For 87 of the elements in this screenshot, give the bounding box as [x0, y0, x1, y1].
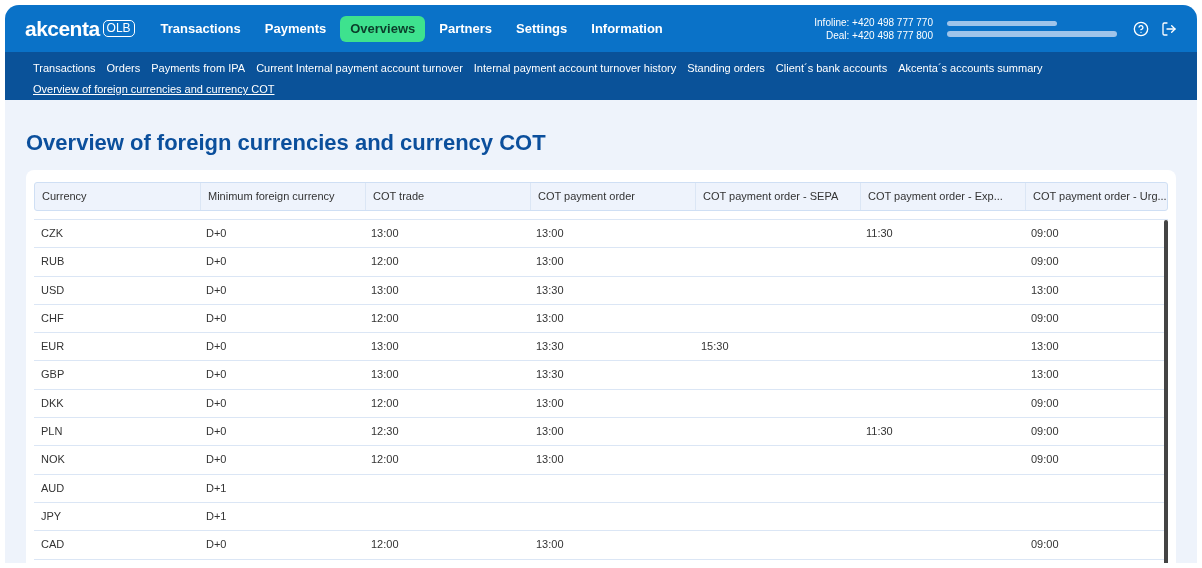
- subnav-link[interactable]: Akcenta´s accounts summary: [898, 60, 1043, 76]
- table-cell-text: 13:30: [535, 367, 565, 383]
- column-header[interactable]: COT payment order - SEPA: [695, 183, 860, 210]
- table-cell-text: 09:00: [1030, 226, 1060, 241]
- table-cell-text: D+0: [205, 339, 228, 355]
- table-cell-text: 12:00: [370, 452, 400, 468]
- nav-tab[interactable]: Payments: [254, 15, 337, 42]
- table-cell-text: 13:00: [370, 282, 400, 298]
- table-cell-text: GBP: [40, 367, 66, 383]
- table-cell-text: 13:00: [535, 424, 565, 440]
- table-cell-text: 13:00: [370, 367, 400, 383]
- logout-icon[interactable]: [1161, 20, 1177, 37]
- table-cell-text: D+0: [205, 282, 228, 298]
- table-cell-text: D+1: [205, 480, 228, 496]
- table-cell-text: 11:30: [865, 424, 894, 440]
- table-cell-text: PLN: [40, 424, 64, 440]
- table-cell-text: 12:00: [370, 395, 400, 411]
- table-cell-text: 09:00: [1030, 424, 1060, 440]
- column-header[interactable]: COT payment order - Exp...: [860, 183, 1025, 210]
- nav-tab[interactable]: Partners: [429, 15, 502, 42]
- table-cell-text: D+0: [205, 367, 228, 383]
- subnav-link[interactable]: Internal payment account turnover history: [473, 60, 677, 76]
- scrollbar[interactable]: [1164, 220, 1168, 563]
- column-header[interactable]: COT payment order: [530, 183, 695, 210]
- table-cell-text: 13:00: [370, 339, 400, 355]
- table-cell-text: DKK: [40, 395, 65, 411]
- table-cell-text: 12:30: [370, 424, 400, 440]
- nav-tab[interactable]: Transactions: [150, 15, 251, 42]
- table-cell-text: AUD: [40, 480, 66, 496]
- page-title: Overview of foreign currencies and currency COT: [26, 129, 547, 157]
- table-cell-text: D+0: [205, 452, 228, 468]
- table-cell-text: 09:00: [1030, 452, 1060, 468]
- column-header[interactable]: COT trade: [365, 183, 530, 210]
- table-cell-text: D+0: [205, 310, 228, 326]
- table-cell-text: 09:00: [1030, 395, 1060, 411]
- table-cell-text: 09:00: [1030, 254, 1060, 270]
- table-cell-text: 13:00: [1030, 282, 1060, 298]
- table-cell-text: 13:00: [535, 254, 565, 270]
- table-cell-text: CHF: [40, 310, 65, 326]
- help-icon[interactable]: [1133, 20, 1149, 37]
- table-cell-text: 13:00: [535, 452, 565, 468]
- subnav-link[interactable]: Orders: [106, 60, 141, 76]
- table-cell-text: 13:30: [535, 339, 565, 355]
- table-cell-text: CAD: [40, 537, 66, 553]
- table-cell-text: 09:00: [1030, 310, 1060, 326]
- table-cell-text: 12:00: [370, 310, 400, 326]
- table-cell-text: 11:30: [865, 226, 894, 241]
- column-header[interactable]: COT payment order - Urg...: [1025, 183, 1192, 210]
- table-cell-text: D+0: [205, 537, 228, 553]
- table-cell-text: 13:00: [535, 537, 565, 553]
- subnav-link[interactable]: Standing orders: [687, 60, 765, 76]
- table-cell-text: 13:00: [535, 310, 565, 326]
- table-cell-text: D+0: [205, 395, 228, 411]
- subnav-link[interactable]: Client´s bank accounts: [775, 60, 888, 76]
- nav-tab[interactable]: Settings: [506, 15, 578, 42]
- column-header[interactable]: Minimum foreign currency: [200, 183, 365, 210]
- table-cell-text: D+0: [205, 424, 228, 440]
- table-cell-text: 13:00: [370, 226, 400, 241]
- table-cell-text: 15:30: [700, 339, 730, 355]
- logo: akcenta: [25, 15, 100, 42]
- table-cell-text: USD: [40, 282, 66, 298]
- table-cell-text: EUR: [40, 339, 66, 355]
- contact-phone: Deal: +420 498 777 800: [825, 28, 933, 42]
- subnav-link[interactable]: Transactions: [33, 60, 96, 76]
- table-cell-text: JPY: [40, 508, 63, 524]
- nav-tab[interactable]: Overviews: [340, 15, 426, 42]
- nav-tab[interactable]: Information: [581, 15, 673, 42]
- subnav-link[interactable]: Overview of foreign currencies and currency COT: [33, 81, 275, 97]
- table-cell-text: D+0: [205, 254, 228, 270]
- table-cell-text: 12:00: [370, 254, 400, 270]
- table-cell-text: 13:00: [535, 395, 565, 411]
- table-cell-text: D+0: [205, 226, 228, 241]
- contact-phone: Infoline: +420 498 777 770: [814, 15, 933, 29]
- table-cell-text: D+1: [205, 508, 228, 524]
- subnav-link[interactable]: Current Internal payment account turnover: [256, 60, 463, 76]
- table-cell-text: 13:30: [535, 282, 565, 298]
- logo-badge: OLB: [102, 20, 135, 37]
- table-cell-text: CZK: [40, 226, 64, 241]
- table-cell-text: 13:00: [1030, 339, 1060, 355]
- table-cell-text: 12:00: [370, 537, 400, 553]
- subnav-link[interactable]: Payments from IPA: [151, 60, 246, 76]
- table-cell-text: 09:00: [1030, 537, 1060, 553]
- table-cell-text: RUB: [40, 254, 66, 270]
- table-cell-text: 13:00: [1030, 367, 1060, 383]
- column-header[interactable]: Currency: [35, 183, 200, 210]
- table-cell-text: 13:00: [535, 226, 565, 241]
- table-cell-text: NOK: [40, 452, 66, 468]
